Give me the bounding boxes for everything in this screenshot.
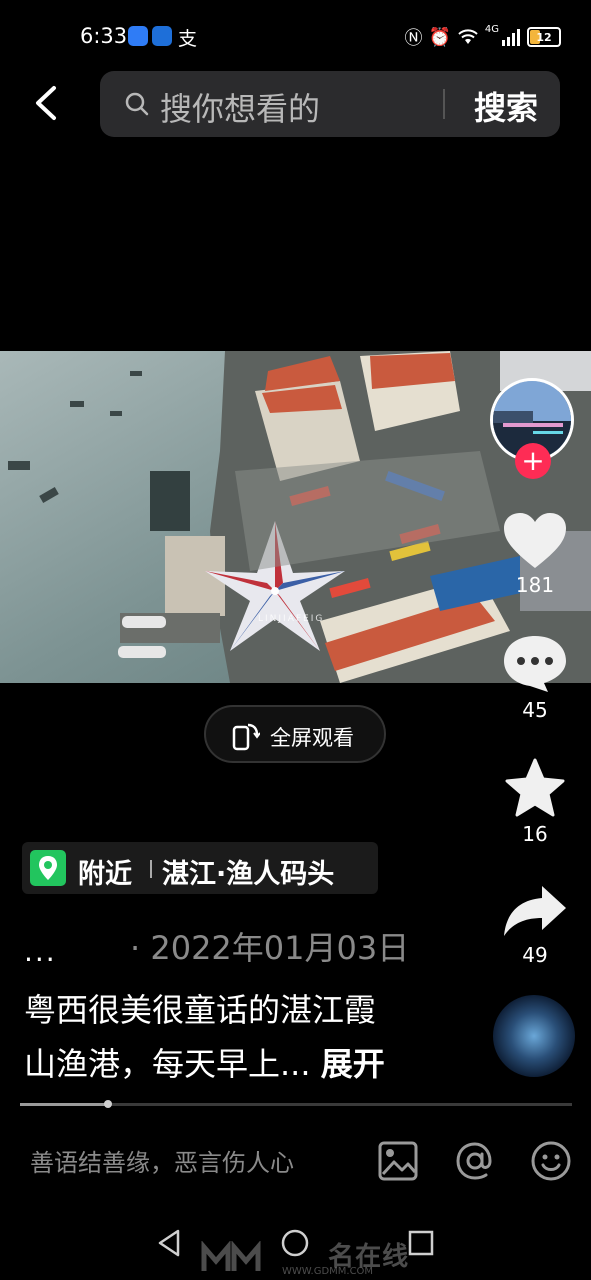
follow-button[interactable]: + [515, 443, 551, 479]
progress-fill [20, 1103, 108, 1106]
battery-icon: 12 [527, 27, 561, 47]
expand-button[interactable]: 展开 [321, 1045, 385, 1083]
comment-icon[interactable] [500, 632, 570, 694]
fullscreen-label: 全屏观看 [270, 726, 354, 750]
location-nearby: 附近 [78, 859, 132, 890]
location-tag[interactable]: 附近 湛江·渔人码头 [22, 842, 378, 894]
signal-icon [502, 29, 520, 46]
alarm-icon: ⏰ [428, 26, 451, 48]
share-icon[interactable] [500, 880, 570, 942]
search-button[interactable]: 搜索 [474, 83, 538, 129]
nav-recents-icon[interactable] [404, 1226, 438, 1260]
image-icon[interactable] [375, 1138, 421, 1184]
location-separator [150, 860, 152, 878]
music-disc[interactable] [493, 995, 575, 1077]
emoji-icon[interactable] [528, 1138, 574, 1184]
author-name[interactable]: ... [24, 935, 57, 968]
news-app-icon [152, 26, 172, 46]
post-date: · 2022年01月03日 [130, 929, 410, 967]
status-right-icons: Ⓝ ⏰ 4G 12 [404, 24, 561, 50]
comment-input[interactable]: 善语结善缘，恶言伤人心 [30, 1143, 294, 1178]
caption-text: 山渔港，每天早上... [24, 1045, 311, 1083]
search-box[interactable]: 搜你想看的 搜索 [100, 71, 560, 137]
battery-level: 12 [536, 30, 552, 44]
status-time: 6:33 [80, 24, 128, 48]
video-watermark: LINJIAFEIG [258, 614, 324, 624]
like-count: 181 [515, 573, 555, 597]
watermark-logo-icon [201, 1239, 261, 1271]
status-bar: 6:33 支 Ⓝ ⏰ 4G 12 [0, 0, 591, 70]
search-icon [125, 92, 149, 116]
cloud-app-icon [128, 26, 148, 46]
search-divider [443, 89, 445, 119]
location-pin-icon [30, 850, 66, 886]
caption-line-2: 山渔港，每天早上... 展开 [24, 1039, 385, 1085]
nav-back-icon[interactable] [152, 1226, 186, 1260]
rotate-screen-icon [232, 723, 260, 751]
favorite-star-icon[interactable] [500, 757, 570, 819]
share-count: 49 [522, 943, 548, 967]
favorite-count: 16 [522, 822, 548, 846]
alipay-icon: 支 [178, 28, 198, 50]
search-input[interactable]: 搜你想看的 [160, 84, 320, 130]
mention-icon[interactable] [452, 1138, 498, 1184]
like-icon[interactable] [500, 510, 570, 572]
watermark-url: WWW.GDMM.COM [282, 1266, 374, 1277]
progress-knob[interactable] [104, 1100, 112, 1108]
wifi-icon [458, 29, 478, 44]
back-button[interactable] [24, 80, 70, 126]
fullscreen-button[interactable]: 全屏观看 [204, 705, 386, 763]
caption-line-1: 粤西很美很童话的湛江霞 [24, 991, 377, 1029]
comment-count: 45 [522, 698, 548, 722]
nfc-icon: Ⓝ [404, 28, 423, 49]
location-place: 湛江·渔人码头 [162, 859, 335, 890]
network-type: 4G [484, 24, 499, 35]
